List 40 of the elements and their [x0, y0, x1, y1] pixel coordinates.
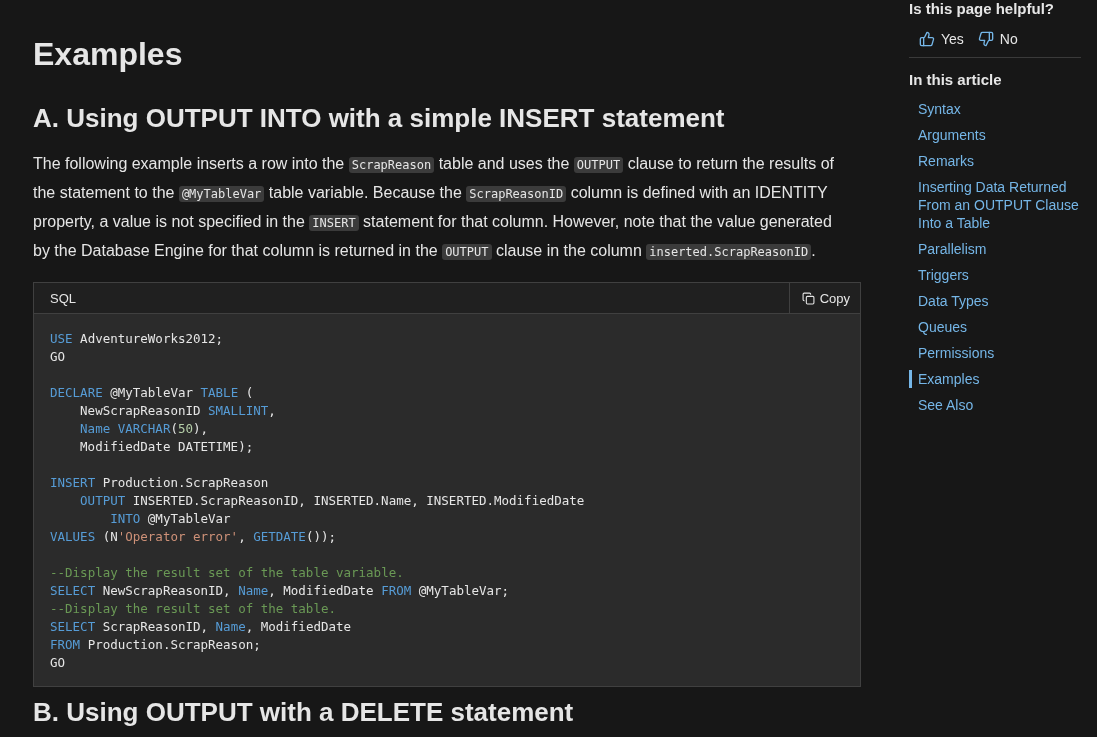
code-line: OUTPUT INSERTED.ScrapReasonID, INSERTED.Name, INSERTED.ModifiedDate [79, 492, 586, 510]
page-heading: Examples [33, 36, 184, 73]
code-line: INTO @MyTableVar [109, 510, 232, 528]
code-line: SELECT NewScrapReasonID, Name, ModifiedDate FROM @MyTableVar; [50, 582, 511, 600]
toc-link[interactable]: Remarks [909, 152, 1081, 170]
code-line: --Display the result set of the table. [50, 600, 337, 618]
feedback-title: Is this page helpful? [909, 0, 1055, 17]
toc-link[interactable]: Arguments [909, 126, 1081, 144]
code-line: GO [50, 348, 67, 366]
section-heading: B. Using OUTPUT with a DELETE statement [33, 697, 575, 728]
code-line: SELECT ScrapReasonID, Name, ModifiedDate [50, 618, 353, 636]
language-label: SQL [49, 290, 76, 306]
code-line: ModifiedDate DATETIME); [79, 438, 255, 456]
toc-link[interactable]: Syntax [909, 100, 1081, 118]
code-line: INSERT Production.ScrapReason [50, 474, 270, 492]
toc-link[interactable]: See Also [909, 396, 1081, 414]
toc-link[interactable]: Inserting Data Returned From an OUTPUT Clause Into a Table [909, 178, 1081, 232]
code-line: FROM Production.ScrapReason; [50, 636, 262, 654]
thumbs-down-icon [977, 31, 994, 47]
code-line: NewScrapReasonID SMALLINT, [79, 402, 277, 420]
code-line: GO [50, 654, 67, 672]
description-paragraph: The following example inserts a row into the ScrapReason table and uses the OUTPUT clause to return the results of the statement to the @MyTableVar table variable. Because the ScrapReasonID column is defined with an IDENTITY property, a value is not specified in the INSERT statement for that column. However, note that the value generated by the Database Engine for that column is returned in the OUTPUT clause in the column inserted.ScrapReasonID . [33, 154, 835, 262]
code-line: --Display the result set of the table variable. [50, 564, 405, 582]
toc-link[interactable]: Triggers [909, 266, 1081, 284]
toc-title: In this article [909, 71, 1003, 88]
copy-button[interactable]: Copy [788, 283, 860, 313]
toc-link[interactable]: Permissions [909, 344, 1081, 362]
code-line: DECLARE @MyTableVar TABLE ( [50, 384, 255, 402]
no-button[interactable]: No [977, 31, 1018, 47]
thumbs-up-icon [919, 31, 935, 47]
toc-link[interactable]: Queues [909, 318, 1081, 336]
toc-link[interactable]: Examples [909, 370, 1081, 388]
code-line: USE AdventureWorks2012; [50, 330, 225, 348]
code-line: Name VARCHAR(50), [79, 420, 210, 438]
code-line: VALUES (N'Operator error', GETDATE()); [50, 528, 337, 546]
toc-link[interactable]: Data Types [909, 292, 1081, 310]
copy-icon [801, 291, 815, 305]
yes-button[interactable]: Yes [919, 31, 964, 47]
section-heading: A. Using OUTPUT INTO with a simple INSERT statement [33, 103, 726, 134]
toc-link[interactable]: Parallelism [909, 240, 1081, 258]
